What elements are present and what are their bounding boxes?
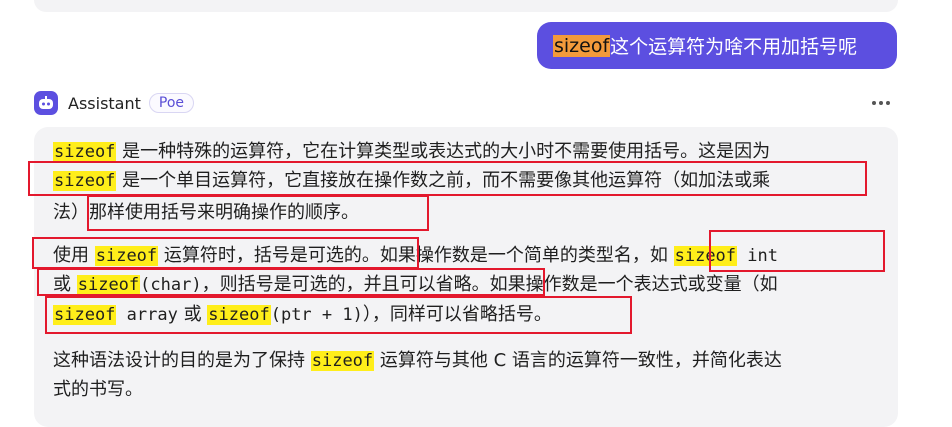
answer-text: 这种语法设计的目的是为了保持 [53,350,311,371]
answer-p2-line1: 使用 sizeof 运算符时，括号是可选的。如果操作数是一个简单的类型名，如 s… [53,241,778,271]
code-keyword: sizeof [207,305,271,325]
code-snippet: (char) [140,275,202,295]
code-snippet: array [116,305,178,325]
bot-name[interactable]: Assistant [68,94,141,113]
answer-p3-line2: 式的书写。 [53,375,143,404]
answer-text: ），同样可以省略括号。 [362,304,552,325]
user-message-text: 这个运算符为啥不用加括号呢 [610,36,858,58]
answer-text: 式的书写。 [53,379,143,400]
more-dots-icon[interactable] [866,91,896,115]
answer-p2-line2: 或 sizeof(char)，则括号是可选的，并且可以省略。如果操作数是一个表达… [53,270,778,300]
answer-p1-line3: 法）那样使用括号来明确操作的顺序。 [53,198,359,227]
answer-text: 或 [53,274,77,295]
answer-text: 运算符与其他 C 语言的运算符一致性，并简化表达 [374,350,782,371]
answer-text: ，则括号是可选的，并且可以省略。如果操作数是一个表达式或变量（如 [201,274,778,295]
code-keyword: sizeof [94,246,159,266]
code-snippet: (ptr + 1) [270,305,363,325]
answer-p3-line1: 这种语法设计的目的是为了保持 sizeof 运算符与其他 C 语言的运算符一致性… [53,346,782,376]
robot-icon[interactable] [34,91,58,115]
poe-badge: Poe [148,93,195,113]
answer-p1-line2: sizeof 是一个单目运算符，它直接放在操作数之前，而不需要像其他运算符（如加… [53,166,770,196]
answer-text: 是一个单目运算符，它直接放在操作数之前，而不需要像其他运算符（如加法或乘 [116,170,771,191]
code-snippet: int [737,246,778,266]
user-message-bubble: sizeof 这个运算符为啥不用加括号呢 [537,22,897,69]
code-keyword: sizeof [310,351,375,371]
answer-text: 使用 [53,245,95,266]
answer-text: 法）那样使用括号来明确操作的顺序。 [53,202,359,223]
answer-p1-line1: sizeof 是一种特殊的运算符，它在计算类型或表达式的大小时不需要使用括号。这… [53,137,770,167]
code-keyword: sizeof [76,275,141,295]
assistant-header: Assistant Poe [34,88,896,118]
code-keyword: sizeof [673,246,738,266]
answer-p2-line3: sizeof array 或 sizeof(ptr + 1)），同样可以省略括号… [53,300,552,330]
code-keyword: sizeof [53,305,117,325]
answer-text: 或 [177,304,208,325]
previous-message-bubble [34,0,898,12]
answer-text: 运算符时，括号是可选的。如果操作数是一个简单的类型名，如 [158,245,674,266]
code-keyword: sizeof [53,171,117,191]
answer-text: 是一种特殊的运算符，它在计算类型或表达式的大小时不需要使用括号。这是因为 [116,141,771,162]
user-message-keyword: sizeof [553,34,611,57]
code-keyword: sizeof [53,142,117,162]
